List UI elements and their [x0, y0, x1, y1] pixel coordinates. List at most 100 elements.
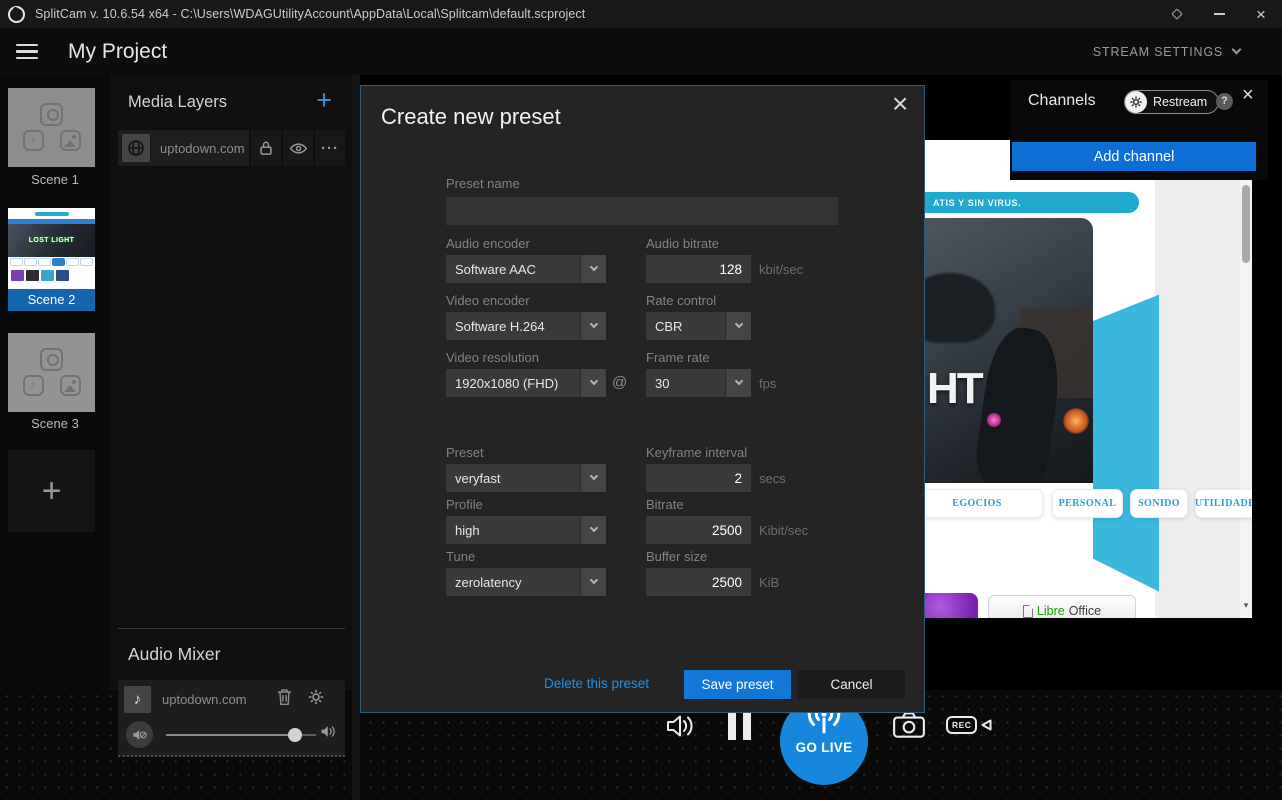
- stream-preview: ▾ ATIS Y SIN VIRUS. HT Lost Light EGOCIO…: [925, 140, 1252, 618]
- tune-label: Tune: [446, 549, 475, 564]
- lock-layer-button[interactable]: [251, 130, 281, 166]
- close-channels-button[interactable]: ×: [1242, 84, 1254, 107]
- chevron-down-icon: [580, 464, 606, 492]
- splitcam-app: SplitCam v. 10.6.54 x64 - C:\Users\WDAGU…: [0, 0, 1282, 800]
- go-live-label: GO LIVE: [796, 740, 853, 755]
- window-title: SplitCam v. 10.6.54 x64 - C:\Users\WDAGU…: [35, 7, 585, 21]
- close-window-button[interactable]: ×: [1240, 0, 1282, 28]
- globe-icon: [122, 134, 150, 162]
- save-preset-button[interactable]: Save preset: [684, 670, 791, 699]
- promo-banner: ATIS Y SIN VIRUS.: [925, 192, 1139, 213]
- scene-1-thumbnail[interactable]: ♪: [8, 88, 95, 167]
- video-encoder-select[interactable]: Software H.264: [446, 312, 606, 340]
- speaker-icon: [320, 724, 337, 739]
- audio-source-settings-button[interactable]: [307, 688, 325, 706]
- chevron-down-icon: [725, 312, 751, 340]
- volume-handle[interactable]: [288, 728, 302, 742]
- profile-select[interactable]: high: [446, 516, 606, 544]
- rate-control-select[interactable]: CBR: [646, 312, 751, 340]
- channels-panel: Channels Restream ? × Add channel: [1010, 80, 1268, 180]
- preset-select[interactable]: veryfast: [446, 464, 606, 492]
- trash-icon: [276, 688, 293, 706]
- camera-icon: [892, 710, 926, 740]
- plus-icon: +: [42, 472, 62, 511]
- audio-encoder-select[interactable]: Software AAC: [446, 255, 606, 283]
- mute-button[interactable]: [126, 721, 153, 748]
- chevron-down-icon: [580, 516, 606, 544]
- audio-bitrate-input[interactable]: 128: [646, 255, 751, 283]
- video-resolution-select[interactable]: 1920x1080 (FHD): [446, 369, 606, 397]
- master-audio-button[interactable]: [664, 711, 696, 741]
- layer-more-button[interactable]: ···: [315, 130, 345, 166]
- scene-1-label[interactable]: Scene 1: [0, 172, 110, 187]
- panel-divider: [352, 75, 360, 800]
- layer-name: uptodown.com: [160, 141, 245, 156]
- bitrate-input[interactable]: 2500: [646, 516, 751, 544]
- cancel-button[interactable]: Cancel: [798, 670, 905, 699]
- scroll-down-icon[interactable]: ▾: [1240, 600, 1252, 611]
- splitcam-logo-icon: [8, 6, 25, 23]
- at-symbol: @: [612, 374, 627, 391]
- record-button[interactable]: REC: [946, 716, 992, 734]
- tune-select[interactable]: zerolatency: [446, 568, 606, 596]
- game-title-fragment: HT: [927, 364, 982, 414]
- volume-slider[interactable]: [166, 734, 316, 736]
- gear-icon: [307, 688, 325, 706]
- menu-icon[interactable]: [16, 44, 38, 60]
- eye-icon: [289, 141, 308, 156]
- bitrate-label: Bitrate: [646, 497, 684, 512]
- add-channel-button[interactable]: Add channel: [1012, 142, 1256, 171]
- media-layers-panel: Media Layers + uptodown.com: [110, 75, 352, 690]
- buffer-size-label: Buffer size: [646, 549, 707, 564]
- audio-source-name: uptodown.com: [162, 692, 247, 707]
- preview-scrollbar-thumb[interactable]: [1242, 185, 1250, 263]
- category-utilidades[interactable]: UTILIDADES: [1195, 489, 1252, 518]
- game-banner-image: HT Lost Light: [925, 218, 1093, 483]
- close-dialog-button[interactable]: ×: [892, 88, 908, 120]
- pause-button[interactable]: [728, 713, 751, 740]
- add-scene-button[interactable]: +: [8, 450, 95, 532]
- audio-bitrate-unit: kbit/sec: [759, 262, 803, 277]
- delete-preset-link[interactable]: Delete this preset: [544, 676, 649, 691]
- layer-visibility-button[interactable]: [283, 130, 313, 166]
- layer-item[interactable]: uptodown.com: [118, 130, 249, 166]
- stream-settings-button[interactable]: STREAM SETTINGS: [1093, 45, 1240, 59]
- thumb-content-row: [8, 267, 95, 289]
- audio-mixer-row: ♪ uptodown.com: [118, 680, 345, 757]
- scene-3-label[interactable]: Scene 3: [0, 416, 110, 431]
- stream-settings-label: STREAM SETTINGS: [1093, 45, 1223, 59]
- restream-button[interactable]: Restream: [1124, 90, 1219, 114]
- keyframe-interval-input[interactable]: 2: [646, 464, 751, 492]
- chevron-down-icon: [1232, 45, 1242, 55]
- volume-max-button[interactable]: [320, 724, 337, 739]
- scene-2-thumbnail[interactable]: LOST LIGHT: [8, 208, 95, 289]
- delete-audio-source-button[interactable]: [276, 688, 293, 706]
- app-card-image: [925, 593, 978, 618]
- rec-label: REC: [946, 716, 977, 734]
- frame-rate-select[interactable]: 30: [646, 369, 751, 397]
- document-icon: [1023, 605, 1033, 618]
- window-controls: ×: [1156, 0, 1282, 28]
- snapshot-button[interactable]: [892, 710, 926, 740]
- create-preset-dialog: Create new preset × Preset name Audio en…: [360, 85, 925, 713]
- category-personal[interactable]: PERSONAL: [1052, 489, 1123, 518]
- thumb-site-header: [8, 208, 95, 219]
- scene-2-label-selected[interactable]: Scene 2: [8, 289, 95, 311]
- scene-placeholder-icon: ♪: [23, 103, 81, 151]
- preset-name-input[interactable]: [446, 197, 838, 225]
- libreoffice-card: LibreOffice: [988, 595, 1136, 618]
- restream-label: Restream: [1153, 95, 1207, 109]
- minimize-button[interactable]: [1198, 0, 1240, 28]
- speaker-icon: [664, 711, 696, 741]
- help-button[interactable]: ?: [1216, 93, 1233, 110]
- preview-right-column: [1155, 140, 1240, 618]
- scene-3-thumbnail[interactable]: ♪: [8, 333, 95, 412]
- add-layer-button[interactable]: +: [316, 87, 332, 114]
- category-negocios[interactable]: EGOCIOS: [925, 489, 1043, 518]
- buffer-size-input[interactable]: 2500: [646, 568, 751, 596]
- buffer-size-unit: KiB: [759, 575, 779, 590]
- video-resolution-label: Video resolution: [446, 350, 539, 365]
- pin-icon[interactable]: [1156, 0, 1198, 28]
- volume-fill: [166, 734, 295, 736]
- category-sonido[interactable]: SONIDO: [1130, 489, 1188, 518]
